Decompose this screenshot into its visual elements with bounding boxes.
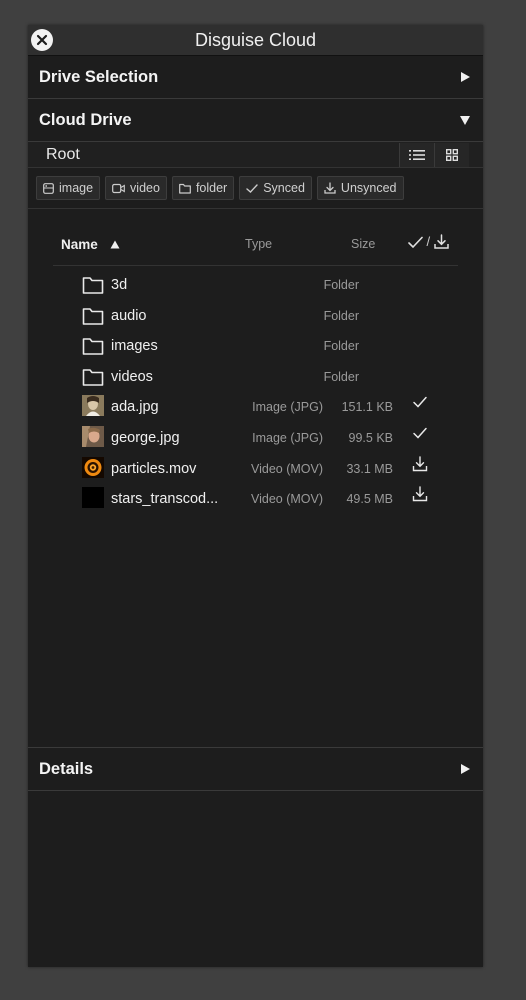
name-column-label: Name — [61, 237, 98, 252]
drive-selection-label: Drive Selection — [39, 67, 159, 86]
file-size: 151.1 KB — [341, 400, 393, 415]
breadcrumb-root[interactable]: Root — [28, 146, 80, 164]
filter-image-label: image — [59, 181, 94, 195]
filter-unsynced-label: Unsynced — [340, 181, 397, 195]
file-type: Video (MOV) — [250, 492, 323, 507]
file-name: audio — [111, 307, 147, 324]
status-separator: / — [426, 234, 431, 249]
list-item[interactable]: stars_transcod... Video (MOV) 49.5 MB — [28, 484, 483, 515]
triangle-right-icon — [461, 764, 470, 774]
grid-view-button[interactable] — [434, 142, 469, 167]
breadcrumb-toolbar: Root — [28, 142, 483, 168]
filter-unsynced[interactable]: Unsynced — [316, 176, 404, 200]
file-name: ada.jpg — [111, 399, 159, 416]
name-column-header[interactable]: Name — [61, 237, 120, 252]
video-thumbnail — [82, 487, 104, 509]
file-type: Folder — [323, 369, 359, 384]
filter-video-label: video — [130, 181, 160, 195]
folder-icon — [82, 277, 104, 294]
triangle-down-icon — [460, 115, 470, 125]
video-icon — [112, 183, 125, 193]
grid-icon — [446, 148, 458, 161]
triangle-right-icon — [461, 72, 470, 82]
file-name: videos — [111, 368, 153, 385]
unsynced-download-icon[interactable] — [412, 486, 428, 502]
filter-folder-label: folder — [195, 181, 228, 195]
folder-icon — [82, 338, 104, 355]
file-size: 49.5 MB — [346, 492, 393, 507]
cloud-drive-label: Cloud Drive — [39, 110, 132, 129]
check-icon — [408, 236, 423, 249]
download-icon — [433, 234, 449, 249]
details-section: Details — [28, 747, 483, 791]
details-header[interactable]: Details — [28, 748, 483, 791]
filter-folder[interactable]: folder — [171, 176, 235, 200]
close-button[interactable] — [31, 29, 53, 51]
filter-image[interactable]: image — [36, 176, 101, 200]
file-name: images — [111, 338, 158, 355]
list-item[interactable]: audio Folder — [28, 301, 483, 332]
image-thumbnail — [82, 395, 104, 417]
folder-icon — [82, 307, 104, 325]
filter-video[interactable]: video — [105, 176, 167, 200]
titlebar: Disguise Cloud — [28, 25, 483, 55]
list-item[interactable]: ada.jpg Image (JPG) 151.1 KB — [28, 392, 483, 423]
file-type: Folder — [323, 278, 359, 292]
file-list: 3d Folder audio Folder images Folder vid… — [28, 270, 483, 515]
file-size: 99.5 KB — [348, 430, 393, 445]
list-item[interactable]: particles.mov Video (MOV) 33.1 MB — [28, 454, 483, 485]
check-icon — [246, 183, 258, 193]
sync-status-column-header[interactable]: / — [408, 234, 449, 252]
size-column-header[interactable]: Size — [351, 237, 375, 251]
close-icon — [36, 34, 48, 46]
list-item[interactable]: 3d Folder — [28, 270, 483, 301]
download-icon — [324, 182, 336, 194]
file-name: 3d — [111, 277, 128, 293]
folder-icon — [179, 183, 191, 194]
file-type: Video (MOV) — [250, 461, 323, 476]
sort-ascending-icon — [110, 240, 120, 249]
file-name: stars_transcod... — [111, 491, 219, 508]
list-item[interactable]: videos Folder — [28, 362, 483, 393]
file-list-header: Name Type Size / — [53, 225, 458, 266]
file-type: Folder — [323, 339, 359, 354]
filter-synced[interactable]: Synced — [239, 176, 312, 200]
file-name: particles.mov — [111, 460, 197, 477]
list-item[interactable]: george.jpg Image (JPG) 99.5 KB — [28, 423, 483, 454]
file-size: 33.1 MB — [346, 461, 393, 476]
filter-synced-label: Synced — [263, 181, 305, 195]
drive-selection-header[interactable]: Drive Selection — [28, 55, 483, 99]
synced-check-icon — [413, 397, 427, 408]
list-item[interactable]: images Folder — [28, 331, 483, 362]
disguise-cloud-window: Disguise Cloud Drive Selection Cloud Dri… — [28, 25, 483, 967]
list-view-button[interactable] — [399, 142, 434, 167]
video-thumbnail — [82, 456, 104, 478]
file-type: Folder — [323, 308, 359, 323]
folder-icon — [82, 368, 104, 386]
window-title: Disguise Cloud — [194, 29, 317, 50]
type-column-header[interactable]: Type — [245, 237, 272, 251]
filter-bar: image video folder Synced Unsynced — [28, 168, 483, 209]
details-label: Details — [39, 759, 94, 778]
file-type: Image (JPG) — [252, 430, 323, 445]
cloud-drive-header[interactable]: Cloud Drive — [28, 99, 483, 142]
synced-check-icon — [413, 427, 427, 439]
view-toggle — [399, 142, 469, 167]
image-icon — [43, 182, 54, 194]
unsynced-download-icon[interactable] — [412, 455, 428, 472]
file-name: george.jpg — [111, 429, 180, 446]
image-thumbnail — [82, 425, 104, 447]
list-icon — [409, 149, 425, 160]
file-type: Image (JPG) — [252, 400, 323, 415]
